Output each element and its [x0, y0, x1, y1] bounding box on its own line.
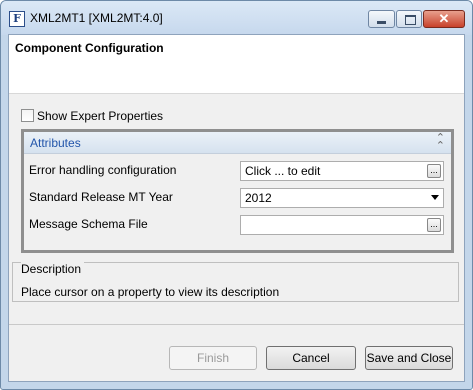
release-year-value: 2012 — [245, 191, 272, 205]
property-label-error-handling: Error handling configuration — [29, 163, 177, 177]
minimize-button[interactable] — [368, 10, 395, 28]
minimize-icon — [377, 21, 386, 24]
description-text: Place cursor on a property to view its d… — [21, 285, 280, 299]
finish-button[interactable]: Finish — [169, 346, 257, 370]
ellipsis-button-error-handling[interactable]: ... — [427, 164, 441, 178]
maximize-icon — [405, 15, 416, 25]
close-icon: ✕ — [438, 11, 450, 26]
title-bar[interactable]: F XML2MT1 [XML2MT:4.0] ✕ — [1, 1, 472, 35]
window-title: XML2MT1 [XML2MT:4.0] — [30, 11, 163, 25]
app-icon: F — [9, 11, 25, 27]
release-year-dropdown[interactable]: 2012 — [240, 188, 444, 208]
close-button[interactable]: ✕ — [423, 10, 465, 28]
chevron-down-icon[interactable] — [431, 195, 439, 200]
ellipsis-button-schema-file[interactable]: ... — [427, 218, 441, 232]
description-panel: Description Place cursor on a property t… — [12, 262, 459, 302]
property-label-release-year: Standard Release MT Year — [29, 190, 173, 204]
save-and-close-button[interactable]: Save and Close — [365, 346, 453, 370]
error-handling-value: Click ... to edit — [245, 164, 321, 178]
page-title: Component Configuration — [15, 41, 164, 55]
dialog-header: Component Configuration — [9, 35, 464, 94]
attributes-panel: Attributes ⌃ ⌃ Error handling configurati… — [21, 129, 454, 253]
show-expert-properties-checkbox[interactable] — [21, 109, 34, 122]
property-label-schema-file: Message Schema File — [29, 217, 148, 231]
error-handling-field[interactable]: Click ... to edit ... — [240, 161, 444, 181]
maximize-button[interactable] — [396, 10, 422, 28]
dialog-window: F XML2MT1 [XML2MT:4.0] ✕ Component Confi… — [0, 0, 473, 390]
show-expert-properties-label[interactable]: Show Expert Properties — [37, 109, 163, 123]
description-title: Description — [21, 262, 85, 276]
divider — [9, 324, 464, 325]
dialog-client: Component Configuration Show Expert Prop… — [8, 34, 465, 382]
schema-file-field[interactable]: ... — [240, 215, 444, 235]
cancel-button[interactable]: Cancel — [266, 346, 356, 370]
collapse-icon[interactable]: ⌃ ⌃ — [436, 133, 445, 152]
attributes-header[interactable]: Attributes ⌃ ⌃ — [24, 132, 451, 154]
attributes-title: Attributes — [30, 136, 81, 150]
